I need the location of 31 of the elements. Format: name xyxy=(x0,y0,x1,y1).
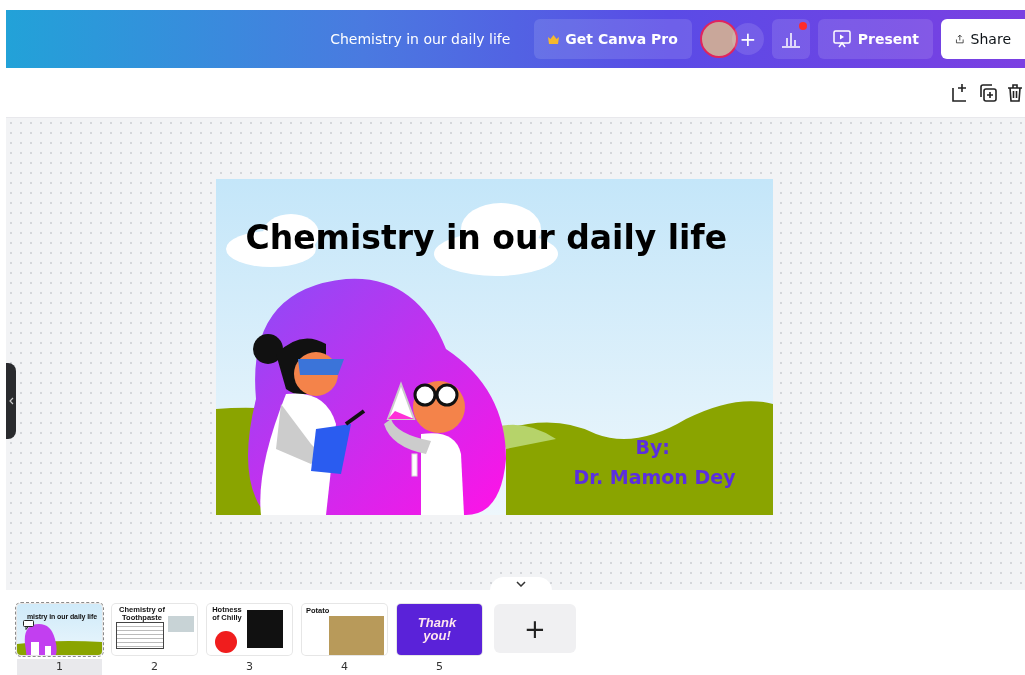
collapse-pages-toggle[interactable] xyxy=(490,577,552,591)
present-button[interactable]: Present xyxy=(817,19,933,59)
page-number: 2 xyxy=(150,658,159,675)
duplicate-icon[interactable] xyxy=(979,82,997,103)
document-title[interactable]: Chemistry in our daily life xyxy=(330,28,511,50)
chevron-down-icon xyxy=(516,581,526,587)
photo-placeholder xyxy=(168,616,194,632)
circle-shape xyxy=(215,631,237,653)
slide-title[interactable]: Chemistry in our daily life xyxy=(245,213,728,263)
text-table-drawing xyxy=(116,622,164,649)
share-button[interactable]: Share xyxy=(941,19,1025,59)
page-number: 1 xyxy=(17,658,102,675)
side-panel-toggle[interactable] xyxy=(6,363,16,439)
avatar[interactable] xyxy=(699,20,738,58)
add-page-icon[interactable] xyxy=(951,82,969,103)
analytics-button[interactable] xyxy=(771,19,810,59)
get-pro-button[interactable]: Get Canva Pro xyxy=(534,19,692,59)
thumbnail-title: Thank you! xyxy=(416,616,458,642)
chevron-left-icon xyxy=(8,397,14,405)
crown-icon xyxy=(548,34,560,44)
add-person-button[interactable]: + xyxy=(731,23,764,55)
add-page-button[interactable]: + xyxy=(494,604,576,653)
bar-chart-icon xyxy=(780,30,801,48)
photo-placeholder xyxy=(247,610,283,648)
presentation-screen-icon xyxy=(831,29,852,49)
photo-placeholder xyxy=(329,616,384,655)
page-number: 4 xyxy=(340,658,349,675)
trash-icon[interactable] xyxy=(1007,82,1023,103)
page-thumbnail[interactable]: Thank you! xyxy=(397,604,482,655)
page-number: 5 xyxy=(435,658,444,675)
page-number: 3 xyxy=(245,658,254,675)
